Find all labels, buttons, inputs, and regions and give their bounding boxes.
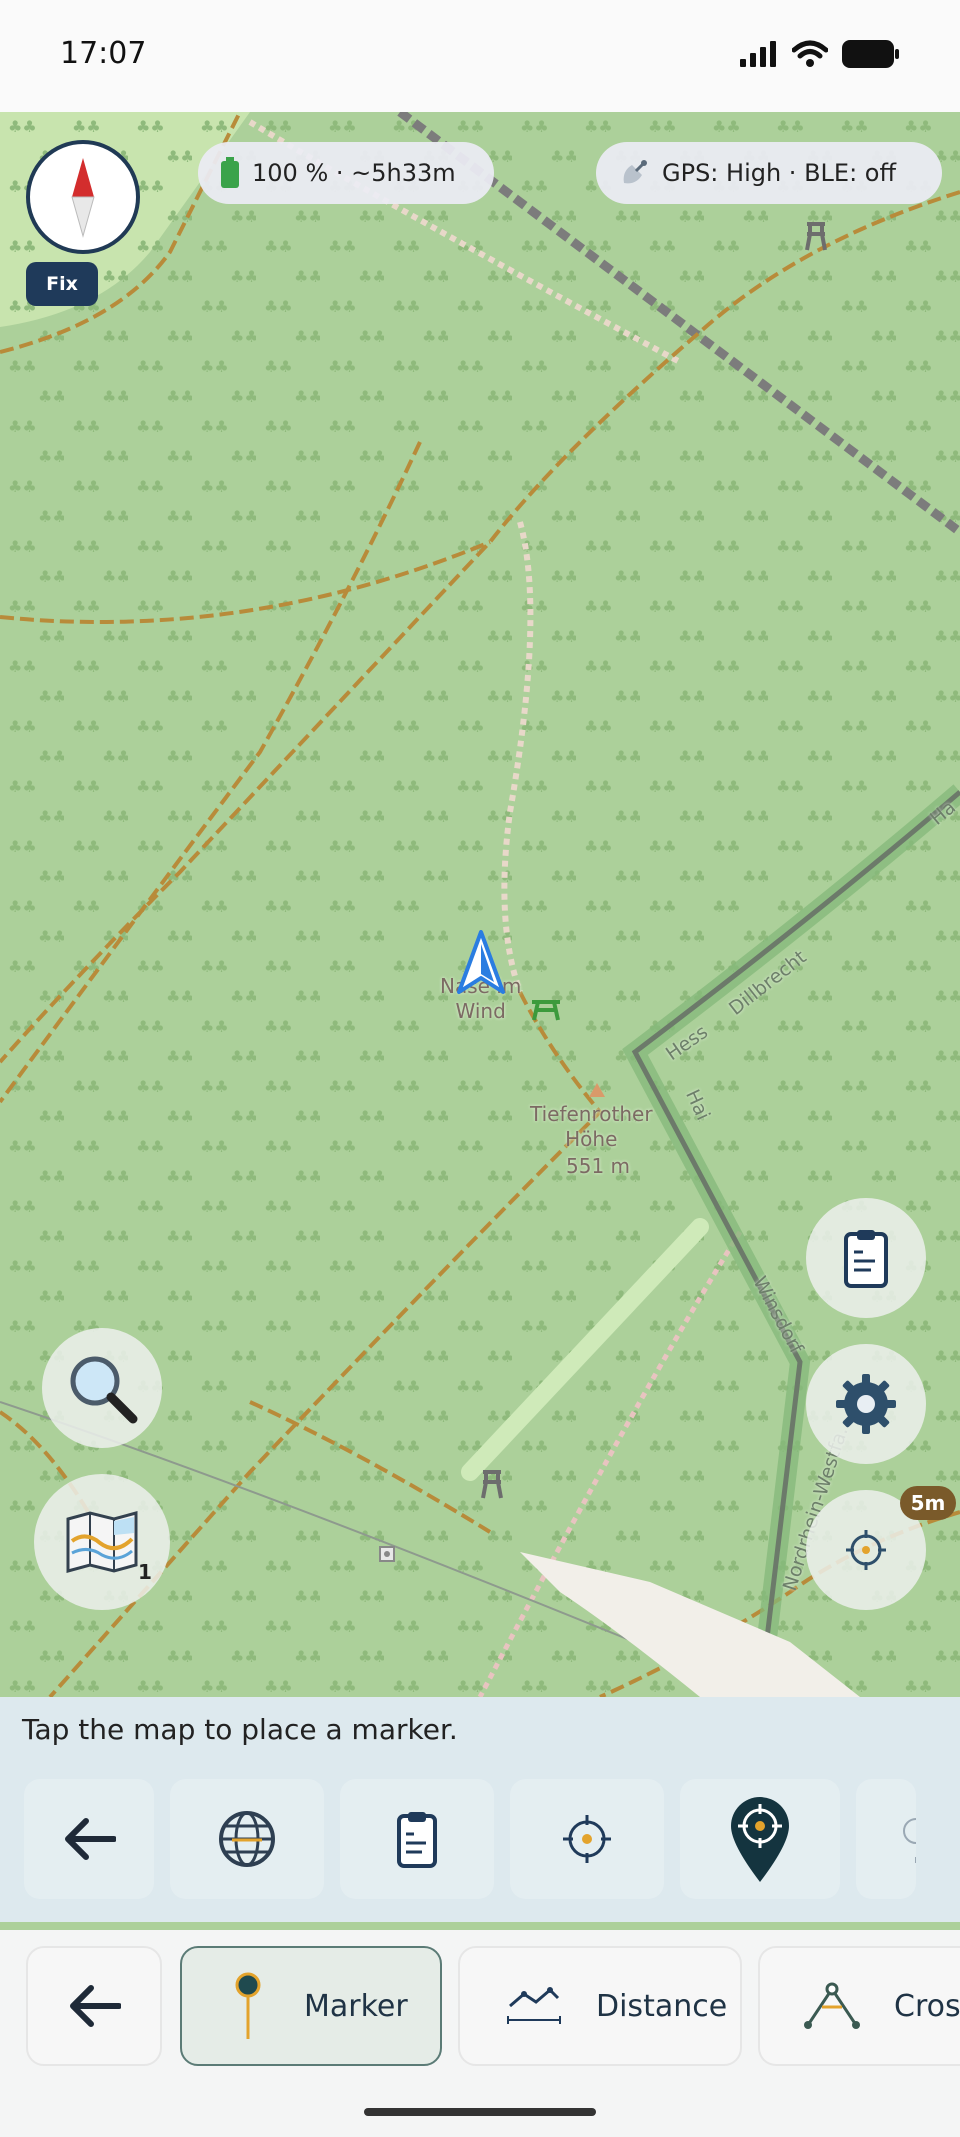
battery-status-icon [842, 40, 899, 68]
tool-globe-button[interactable] [170, 1779, 324, 1899]
gear-icon [836, 1374, 896, 1434]
satellite-icon [623, 160, 647, 184]
location-arrow-icon [457, 930, 505, 994]
compass-needle-icon [71, 158, 95, 238]
home-indicator [364, 2108, 596, 2116]
map-layers-icon [66, 1511, 138, 1573]
layer-count: 1 [138, 1560, 152, 1584]
battery-pill: 100 % · ~5h33m [198, 142, 494, 204]
crosshair-icon [846, 1530, 886, 1570]
peak-name-label: Tiefenrother Höhe [530, 1102, 653, 1151]
mode-distance-button[interactable]: Distance [458, 1946, 742, 2066]
hunting-stand-icon [805, 222, 827, 251]
crosshair-icon [903, 1818, 916, 1863]
fix-badge[interactable]: Fix [26, 262, 98, 306]
hint-text: Tap the map to place a marker. [22, 1713, 458, 1746]
map-view[interactable]: ♣♣ ♣♣ [0, 112, 960, 1697]
hunting-stand-icon [481, 1470, 503, 1499]
gps-pill: GPS: High · BLE: off [596, 142, 942, 204]
mode-cross-label: Cross [894, 1988, 960, 2024]
distance-icon [507, 1987, 561, 2024]
search-button[interactable] [42, 1328, 162, 1448]
tool-crosshair-button[interactable] [510, 1779, 664, 1899]
clipboard-icon [397, 1812, 437, 1868]
picnic-icon [532, 1000, 560, 1021]
mode-marker-button[interactable]: Marker [180, 1946, 442, 2066]
crosshair-icon [563, 1815, 611, 1863]
status-icons [740, 40, 900, 68]
signal-icon [740, 41, 776, 67]
status-time: 17:07 [60, 36, 147, 71]
tool-back-button[interactable] [24, 1779, 154, 1899]
arrow-left-icon [70, 1985, 121, 2027]
map-pin-target-icon [731, 1797, 789, 1882]
battery-icon [221, 157, 239, 188]
cross-bearing-icon [804, 1982, 860, 2029]
globe-icon [219, 1811, 275, 1867]
arrow-left-icon [65, 1818, 116, 1860]
compass-button[interactable] [26, 140, 140, 254]
notes-button[interactable] [806, 1198, 926, 1318]
gps-text: GPS: High · BLE: off [662, 159, 896, 187]
status-bar: 17:07 [0, 0, 960, 112]
scale-badge: 5m [900, 1486, 956, 1520]
peak-icon [589, 1083, 605, 1097]
mode-back-button[interactable] [26, 1946, 162, 2066]
tool-marker-target-button[interactable] [680, 1779, 840, 1899]
layers-button[interactable] [34, 1474, 170, 1610]
mode-cross-button[interactable]: Cross [758, 1946, 960, 2066]
map-base: ♣♣ ♣♣ [0, 112, 960, 1697]
marker-pin-icon [235, 1972, 261, 2039]
map-edge-strip [0, 1922, 960, 1930]
mode-bar: Marker Distance Cross [0, 1930, 960, 2137]
tool-partial-button[interactable] [856, 1779, 916, 1899]
wifi-icon [792, 40, 828, 67]
mode-marker-label: Marker [304, 1988, 408, 2024]
survey-point-icon [379, 1546, 395, 1562]
tool-row [24, 1779, 916, 1904]
settings-button[interactable] [806, 1344, 926, 1464]
peak-elevation-label: 551 m [566, 1154, 631, 1178]
hint-panel: Tap the map to place a marker. [0, 1697, 960, 1922]
magnifier-icon [70, 1356, 138, 1424]
mode-distance-label: Distance [596, 1988, 728, 2024]
clipboard-icon [844, 1230, 888, 1288]
battery-text: 100 % · ~5h33m [252, 159, 456, 187]
tool-notes-button[interactable] [340, 1779, 494, 1899]
